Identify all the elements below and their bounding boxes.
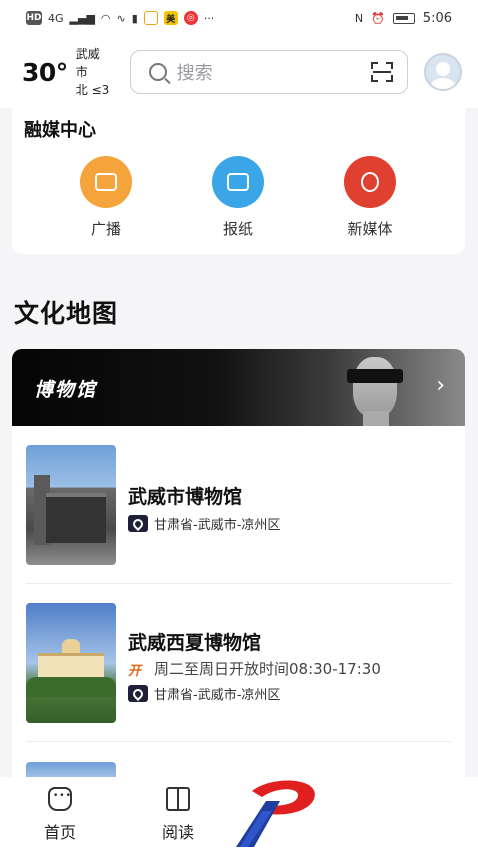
museum-banner[interactable]: 博物馆 › bbox=[12, 349, 465, 426]
app-red-icon: ◎ bbox=[183, 11, 198, 25]
nav-label: 阅读 bbox=[161, 823, 194, 842]
signal-icon: ▂▄▆ bbox=[69, 11, 95, 25]
status-left: HD 4G ▂▄▆ ◠ ∿ ▮ 美 ◎ ··· bbox=[26, 11, 214, 25]
hours-text: 周二至周日开放时间08:30-17:30 bbox=[154, 660, 381, 678]
app-header: 30° 武威市 北 ≤3 搜索 bbox=[0, 36, 478, 108]
museum-thumbnail bbox=[26, 603, 116, 723]
meituan-icon: 美 bbox=[163, 11, 178, 25]
museum-list-item[interactable]: 武威市博物馆 甘肃省-武威市-凉州区 bbox=[26, 426, 452, 584]
section-title-culture-map: 文化地图 bbox=[14, 299, 119, 328]
weather-meta[interactable]: 武威市 北 ≤3 bbox=[76, 45, 112, 99]
app-notification-icon bbox=[143, 11, 158, 25]
more-notifications-icon: ··· bbox=[203, 11, 215, 25]
brand-logo[interactable] bbox=[232, 777, 322, 847]
link-icon: ∿ bbox=[116, 11, 126, 25]
media-center-card: 融媒中心 广播 报纸 新媒体 bbox=[12, 100, 465, 254]
museum-list-item[interactable]: 武威西夏博物馆 开 周二至周日开放时间08:30-17:30 甘肃省-武威市-凉… bbox=[26, 584, 452, 742]
media-center-title: 融媒中心 bbox=[24, 120, 96, 141]
media-item-radio[interactable]: 广播 bbox=[66, 156, 146, 239]
location-icon bbox=[128, 685, 148, 702]
wifi-icon: ◠ bbox=[100, 11, 111, 25]
media-item-label: 报纸 bbox=[222, 220, 253, 238]
search-placeholder: 搜索 bbox=[176, 63, 213, 84]
media-item-label: 广播 bbox=[90, 220, 121, 238]
museum-location: 甘肃省-武威市-凉州区 bbox=[128, 514, 280, 533]
search-icon bbox=[148, 63, 167, 81]
location-text: 甘肃省-武威市-凉州区 bbox=[154, 688, 281, 703]
status-bar: HD 4G ▂▄▆ ◠ ∿ ▮ 美 ◎ ··· N ⏰ 5:06 bbox=[0, 0, 478, 36]
chevron-right-icon[interactable]: › bbox=[436, 373, 445, 398]
open-hours-icon: 开 bbox=[128, 664, 142, 679]
museum-thumbnail bbox=[26, 445, 116, 565]
newspaper-icon bbox=[212, 156, 264, 208]
media-item-newspaper[interactable]: 报纸 bbox=[198, 156, 278, 239]
museum-card: 博物馆 › 武威市博物馆 甘肃省-武威市-凉州区 武威西夏博物馆 开 周二至周日… bbox=[12, 349, 465, 829]
museum-name: 武威西夏博物馆 bbox=[128, 632, 262, 654]
statue-image bbox=[325, 353, 425, 426]
nfc-icon: N bbox=[354, 11, 364, 25]
scan-icon[interactable] bbox=[371, 62, 394, 82]
media-item-new-media[interactable]: 新媒体 bbox=[330, 156, 410, 239]
radio-icon bbox=[80, 156, 132, 208]
museum-name: 武威市博物馆 bbox=[128, 486, 243, 508]
new-media-icon bbox=[344, 156, 396, 208]
city-name: 武威市 bbox=[75, 47, 100, 79]
nav-item-read[interactable]: 阅读 bbox=[148, 787, 208, 843]
bottom-nav: 首页 阅读 bbox=[0, 777, 478, 850]
nav-item-home[interactable]: 首页 bbox=[30, 787, 90, 843]
hd-badge: HD bbox=[26, 11, 42, 25]
clock: 5:06 bbox=[422, 10, 452, 26]
location-icon bbox=[128, 515, 148, 532]
network-label: 4G bbox=[48, 11, 64, 25]
wind-info: 北 ≤3 bbox=[75, 83, 110, 97]
home-icon bbox=[48, 787, 72, 811]
read-icon bbox=[166, 787, 190, 811]
nav-label: 首页 bbox=[43, 823, 76, 842]
location-text: 甘肃省-武威市-凉州区 bbox=[154, 518, 281, 533]
sim-icon: ▮ bbox=[131, 11, 138, 25]
search-bar[interactable]: 搜索 bbox=[129, 50, 409, 94]
avatar[interactable] bbox=[424, 53, 463, 91]
banner-title: 博物馆 bbox=[34, 379, 98, 401]
temperature: 30° bbox=[22, 57, 68, 87]
museum-hours: 开 周二至周日开放时间08:30-17:30 bbox=[128, 658, 381, 679]
media-item-label: 新媒体 bbox=[347, 220, 393, 238]
alarm-icon: ⏰ bbox=[371, 11, 385, 25]
battery-icon bbox=[392, 12, 415, 24]
museum-location: 甘肃省-武威市-凉州区 bbox=[128, 684, 280, 703]
status-right: N ⏰ 5:06 bbox=[355, 11, 452, 26]
